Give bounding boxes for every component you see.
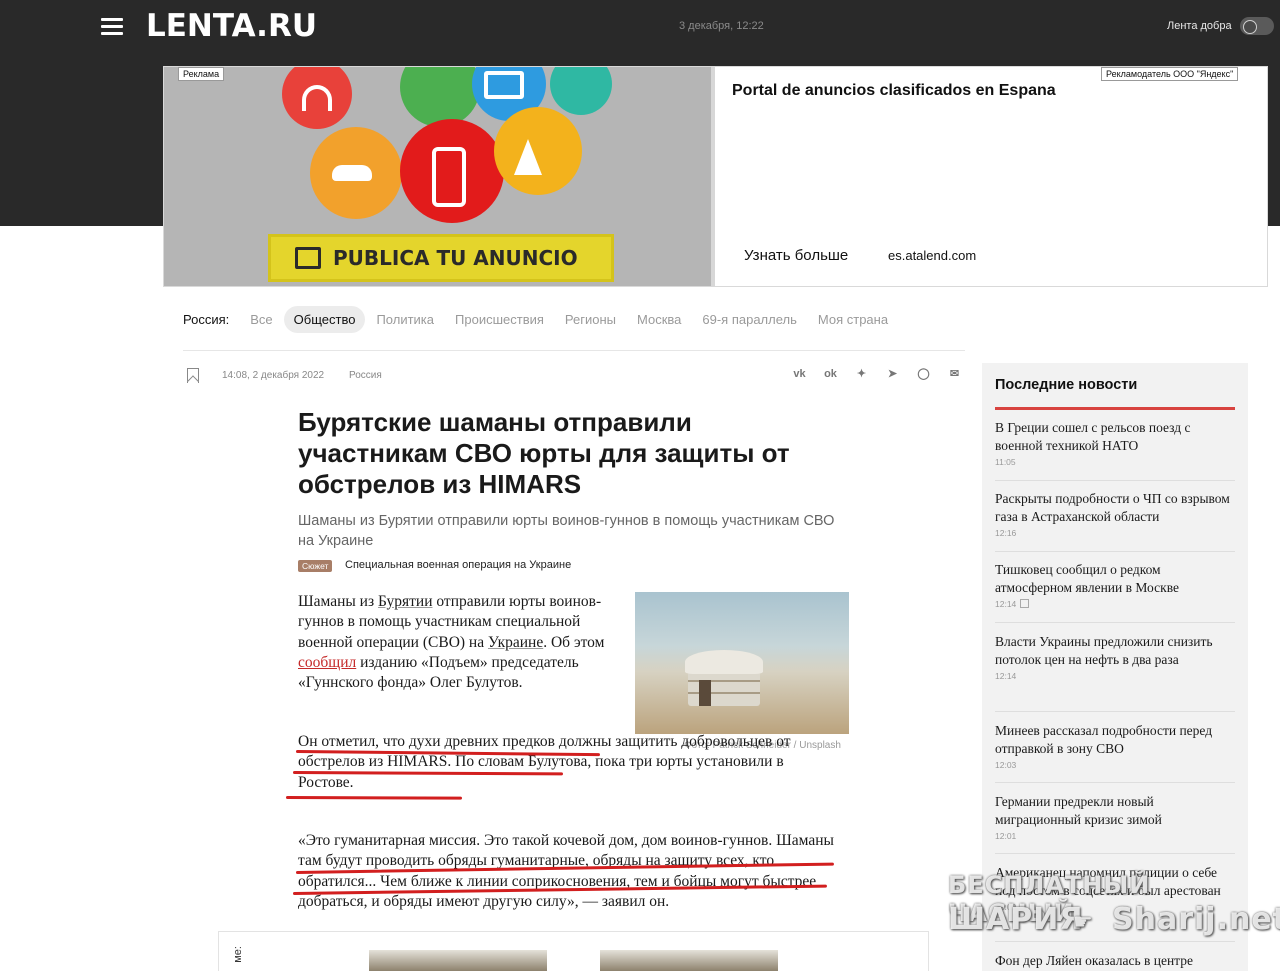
dress-icon <box>514 139 542 175</box>
category-regions[interactable]: Регионы <box>565 312 616 327</box>
hand-point-icon: ☛ <box>1073 910 1094 935</box>
telegram-icon[interactable]: ➤ <box>884 366 901 383</box>
external-link-icon <box>1020 599 1030 608</box>
category-moscow[interactable]: Москва <box>637 312 681 327</box>
ad-cta-button[interactable]: PUBLICA TU ANUNCIO <box>268 234 614 282</box>
related-thumb-1[interactable] <box>369 950 547 971</box>
category-incidents[interactable]: Происшествия <box>455 312 544 327</box>
story-badge: Сюжет <box>298 560 333 572</box>
category-my-country[interactable]: Моя страна <box>818 312 888 327</box>
news-item[interactable]: Фон дер Ляйен оказалась в центре <box>995 952 1235 970</box>
article-paragraph-2: Он отметил, что духи древних предков дол… <box>298 733 791 791</box>
related-thumb-2[interactable] <box>600 950 778 971</box>
monitor-icon <box>484 71 524 99</box>
link-ukraine[interactable]: Украине <box>488 634 543 651</box>
category-society[interactable]: Общество <box>283 305 366 333</box>
category-69-parallel[interactable]: 69-я параллель <box>702 312 797 327</box>
vk-icon[interactable]: vk <box>791 366 808 383</box>
article-paragraph-1: Шаманы из Бурятии отправили юрты воинов-… <box>298 593 605 692</box>
category-nav: Россия: Все Общество Политика Происшеств… <box>183 305 909 333</box>
whatsapp-icon[interactable]: ◯ <box>915 366 932 383</box>
site-logo[interactable]: LENTA.RU <box>146 8 317 44</box>
category-all[interactable]: Все <box>250 312 272 327</box>
news-item[interactable]: Минеев рассказал подробности перед отпра… <box>995 722 1235 770</box>
ad-more-link[interactable]: Узнать больше <box>744 247 848 264</box>
mail-icon[interactable]: ✉ <box>946 366 963 383</box>
edit-icon <box>295 247 321 269</box>
ad-bubble-person <box>400 67 480 127</box>
ad-bubble-gift <box>550 67 612 115</box>
news-item[interactable]: Власти Украины предложили снизить потоло… <box>995 633 1235 681</box>
news-item[interactable]: Раскрыты подробности о ЧП со взрывом газ… <box>995 490 1235 538</box>
car-icon <box>332 165 372 181</box>
header-datetime: 3 декабря, 12:22 <box>679 20 764 32</box>
sidebar-title: Последние новости <box>995 377 1138 393</box>
news-item[interactable]: Тишковец сообщил о редком атмосферном яв… <box>995 561 1235 609</box>
article-subtitle: Шаманы из Бурятии отправили юрты воинов-… <box>298 513 835 549</box>
related-block <box>218 931 929 971</box>
story-link[interactable]: Специальная военная операция на Украине <box>345 559 571 571</box>
article-region[interactable]: Россия <box>349 370 382 381</box>
news-item[interactable]: Германии предрекли новый миграционный кр… <box>995 793 1235 841</box>
menu-icon[interactable] <box>101 18 123 35</box>
article-time: 14:08, 2 декабря 2022 <box>222 370 325 381</box>
good-news-label: Лента добра <box>1167 20 1232 32</box>
good-news-toggle[interactable] <box>1240 17 1274 35</box>
ad-advertiser: Рекламодатель ООО "Яндекс" <box>1101 67 1239 81</box>
category-politics[interactable]: Политика <box>376 312 434 327</box>
sidebar-accent-line <box>995 407 1235 410</box>
ad-label: Реклама <box>178 67 225 81</box>
watermark-line-2: ШАРИЯ <box>948 902 1084 937</box>
ad-title[interactable]: Portal de anuncios clasificados en Espan… <box>732 82 1056 100</box>
related-label: ме: <box>232 946 244 963</box>
category-nav-label: Россия: <box>183 311 230 327</box>
odnoklassniki-icon[interactable]: ok <box>822 366 839 383</box>
ad-image[interactable]: Реклама PUBLICA TU ANUNCIO <box>164 67 715 286</box>
watermark-line-3: Sharij.net <box>1112 902 1280 937</box>
ad-domain-link[interactable]: es.atalend.com <box>888 248 976 263</box>
twitter-icon[interactable]: ✦ <box>853 366 870 383</box>
divider <box>183 350 965 351</box>
source-link[interactable]: сообщил <box>298 654 356 671</box>
bookmark-icon[interactable] <box>187 368 199 383</box>
article-title: Бурятские шаманы отправили участникам СВ… <box>298 407 790 499</box>
headphones-icon <box>302 85 332 111</box>
yurt-image <box>685 650 763 706</box>
news-item[interactable]: В Греции сошел с рельсов поезд с военной… <box>995 419 1235 467</box>
red-underline <box>285 796 463 800</box>
smartphone-icon <box>432 147 466 207</box>
link-buryatia[interactable]: Бурятии <box>378 593 433 610</box>
share-bar: vk ok ✦ ➤ ◯ ✉ <box>791 366 963 383</box>
article-photo[interactable] <box>635 592 849 734</box>
ad-banner[interactable]: Реклама PUBLICA TU ANUNCIO Рекламодатель… <box>163 66 1268 287</box>
